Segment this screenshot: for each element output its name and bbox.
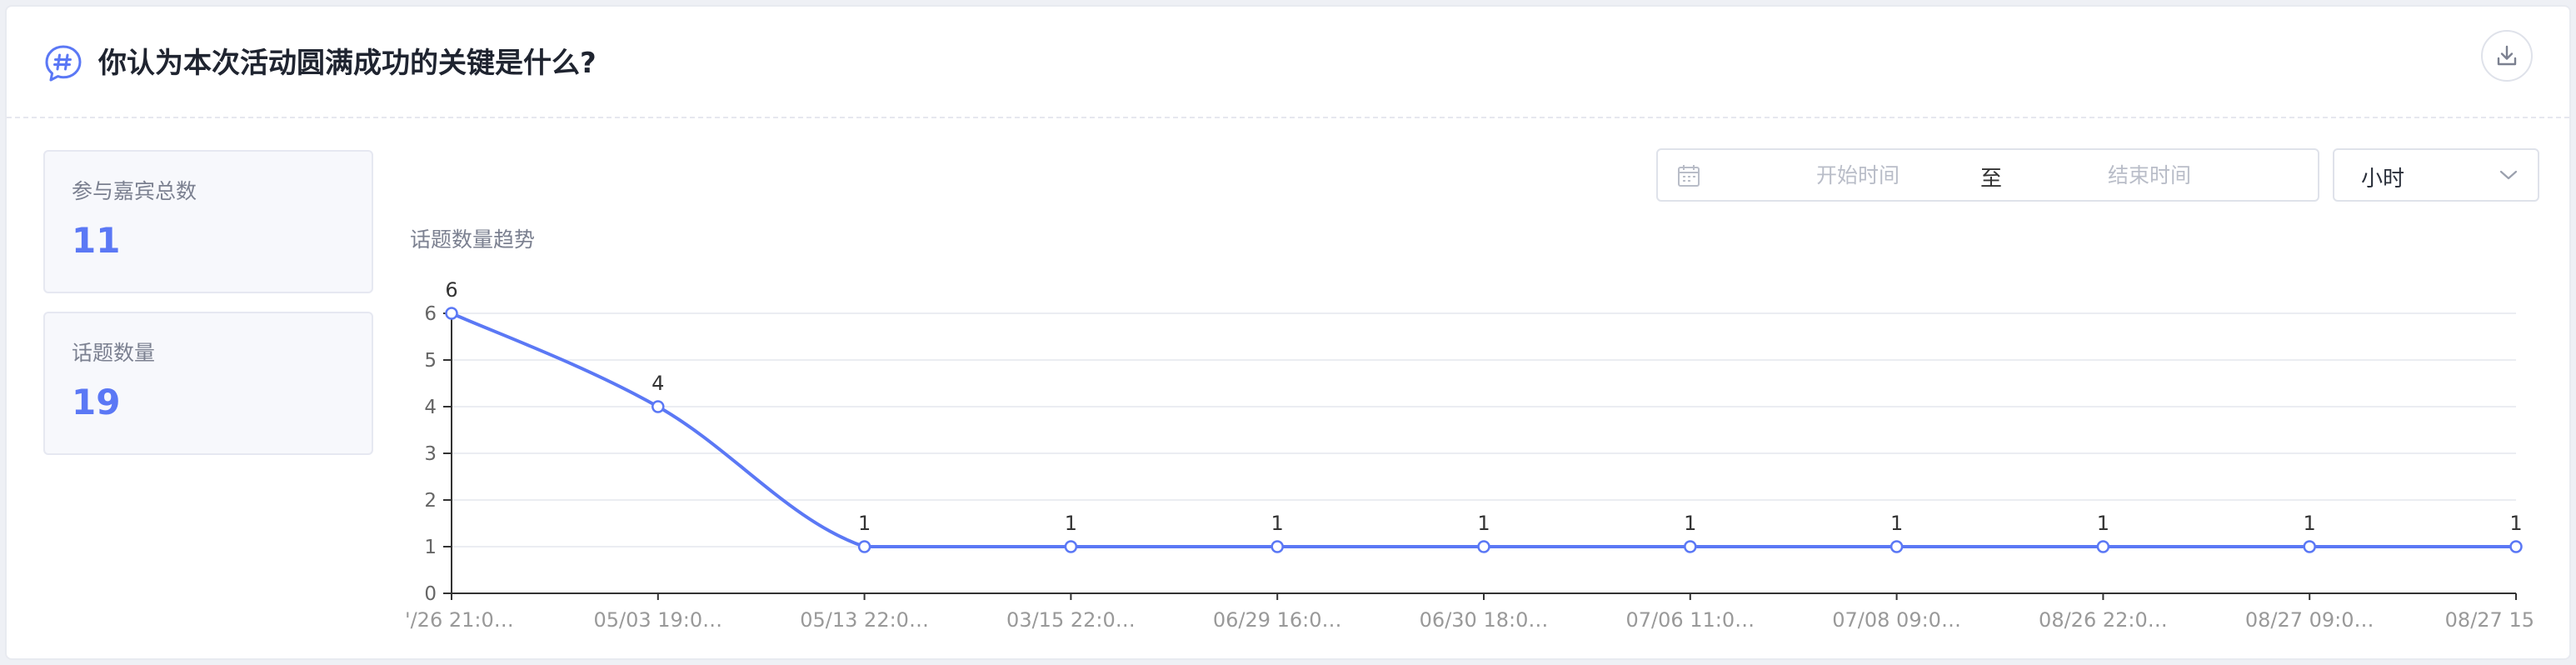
x-tick-label: 07/08 09:0…	[1832, 608, 1961, 632]
data-label: 1	[2097, 512, 2109, 535]
data-point	[1477, 540, 1490, 553]
stat-label: 参与嘉宾总数	[72, 179, 197, 203]
download-button[interactable]	[2481, 30, 2533, 82]
x-tick-label: 08/26 22:0…	[2039, 608, 2168, 632]
x-tick-label: 07/06 11:0…	[1625, 608, 1755, 632]
granularity-select[interactable]: 小时	[2333, 148, 2539, 202]
topic-trend-chart: 话题数量趋势 0 1 2 3 4 5 6 '/26 21:0… 05/03 19:0… 05/13 …	[405, 228, 2534, 632]
stat-value: 11	[72, 220, 121, 261]
y-tick-label: 4	[424, 397, 437, 418]
data-point	[2096, 540, 2110, 553]
data-point	[445, 307, 458, 320]
x-tick-label: 06/29 16:0…	[1213, 608, 1342, 632]
x-tick-label: 03/15 22:0…	[1006, 608, 1136, 632]
download-icon	[2497, 45, 2517, 66]
data-point	[2303, 540, 2316, 553]
date-range-picker[interactable]: 至	[1656, 148, 2319, 202]
data-label: 1	[1271, 512, 1284, 535]
data-label: 6	[445, 278, 457, 302]
y-tick-label: 2	[424, 490, 437, 512]
stat-label: 话题数量	[72, 341, 156, 365]
range-separator: 至	[1979, 167, 2002, 192]
x-tick-label: 08/27 09:0…	[2245, 608, 2374, 632]
data-label: 1	[2509, 512, 2522, 535]
y-tick-label: 0	[424, 583, 437, 605]
data-label: 1	[1890, 512, 1903, 535]
chevron-down-icon	[2499, 170, 2518, 180]
data-label: 1	[858, 512, 871, 535]
stat-value: 19	[72, 382, 121, 422]
page-title: 你认为本次活动圆满成功的关键是什么?	[98, 47, 597, 80]
y-tick-label: 1	[424, 537, 437, 558]
x-tick-label: 05/03 19:0…	[593, 608, 722, 632]
end-time-input[interactable]	[2024, 155, 2274, 195]
stat-card-topics: 话题数量 19	[43, 312, 373, 455]
data-label: 1	[1065, 512, 1077, 535]
topic-card: 你认为本次活动圆满成功的关键是什么? 参与嘉宾总数 11 话题数量 19 至 小…	[5, 5, 2571, 660]
data-label: 1	[1684, 512, 1696, 535]
data-point	[2509, 540, 2523, 553]
y-tick-label: 5	[424, 350, 437, 372]
data-label: 1	[2304, 512, 2316, 535]
x-tick-label: 08/27 15	[2445, 608, 2534, 632]
data-label: 4	[651, 372, 664, 395]
data-point	[1271, 540, 1284, 553]
data-point	[857, 540, 871, 553]
y-tick-label: 6	[424, 303, 437, 325]
calendar-icon	[1678, 165, 1700, 187]
data-point	[1890, 540, 1904, 553]
start-time-input[interactable]	[1733, 155, 1983, 195]
chart-title: 话题数量趋势	[410, 228, 535, 252]
hashtag-chat-icon	[45, 45, 82, 82]
granularity-value: 小时	[2361, 167, 2405, 192]
data-point	[1064, 540, 1078, 553]
x-tick-label: 05/13 22:0…	[800, 608, 929, 632]
x-tick-label: 06/30 18:0…	[1420, 608, 1549, 632]
stat-card-guests: 参与嘉宾总数 11	[43, 150, 373, 293]
card-header: 你认为本次活动圆满成功的关键是什么?	[7, 7, 2569, 118]
x-tick-label: '/26 21:0…	[405, 608, 514, 632]
data-point	[651, 400, 665, 413]
data-label: 1	[1477, 512, 1490, 535]
y-tick-label: 3	[424, 443, 437, 465]
data-point	[1684, 540, 1697, 553]
